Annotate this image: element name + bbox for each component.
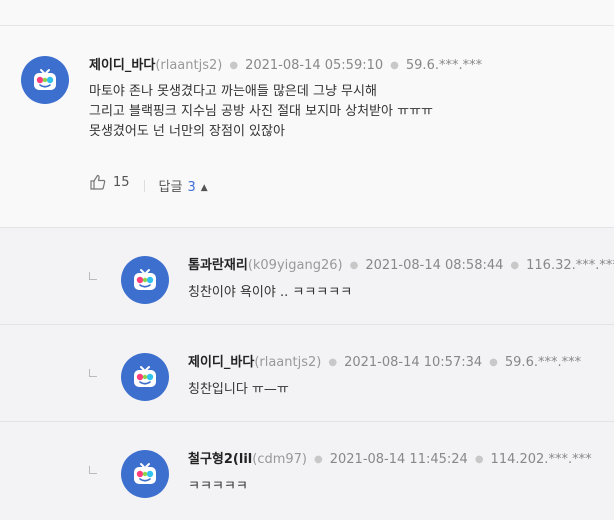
comment-line: 그리고 블랙핑크 지수님 공방 사진 절대 보지마 상처받아 ㅠㅠㅠ (89, 104, 434, 119)
separator-dot: ● (474, 454, 484, 465)
ip-address: 116.32.***.*** (526, 258, 614, 273)
ip-address: 59.6.***.*** (405, 58, 483, 73)
chevron-up-icon: ▲ (200, 183, 208, 193)
comment-actions: 15 답글 3 ▲ (89, 173, 208, 195)
separator-dot: ● (229, 60, 239, 71)
user-id: (rlaantjs2) (254, 355, 322, 370)
divider (0, 421, 614, 422)
divider (0, 25, 614, 26)
reply-text: 칭찬이야 욕이야 .. ㅋㅋㅋㅋㅋ (188, 285, 353, 300)
reply-toggle-button[interactable]: 답글 3 ▲ (159, 180, 208, 195)
avatar[interactable] (121, 450, 169, 498)
avatar[interactable] (121, 353, 169, 401)
reply-text: 칭찬입니다 ㅠ—ㅠ (188, 382, 289, 397)
nickname[interactable]: 톰과란재리 (188, 258, 248, 273)
like-count: 15 (113, 174, 130, 190)
comment-meta: 제이디_바다(rlaantjs2) ● 2021-08-14 05:59:10 ● 59… (89, 58, 482, 75)
reply-datetime: 2021-08-14 10:57:34 (344, 355, 483, 370)
like-button[interactable]: 15 (89, 173, 130, 191)
separator-dot: ● (390, 60, 399, 71)
tv-mascot-icon (134, 463, 156, 484)
ip-address: 59.6.***.*** (504, 355, 582, 370)
thumbs-up-icon (90, 174, 106, 190)
divider (0, 227, 614, 228)
user-id: (cdm97) (252, 452, 307, 467)
user-id: (k09yigang26) (247, 258, 343, 273)
reply-meta: 철구형2(lil(cdm97) ● 2021-08-14 11:45:24 ● 114.… (188, 452, 592, 469)
comment-line: 마토야 존나 못생겼다고 까는애들 많은데 그냥 무시해 (89, 84, 377, 99)
nickname[interactable]: 철구형2(lil (188, 452, 252, 467)
separator-dot: ● (328, 357, 338, 368)
divider (0, 324, 614, 325)
reply-count: 3 (187, 180, 196, 195)
reply-indent-icon (89, 272, 97, 280)
reply-meta: 제이디_바다(rlaantjs2) ● 2021-08-14 10:57:34 ● 59… (188, 355, 581, 372)
tv-mascot-icon (134, 366, 156, 387)
nickname[interactable]: 제이디_바다 (188, 355, 254, 370)
user-id: (rlaantjs2) (155, 58, 223, 73)
reply-meta: 톰과란재리(k09yigang26) ● 2021-08-14 08:58:44 ● 1… (188, 258, 614, 275)
reply-label: 답글 (158, 180, 183, 195)
separator-dot: ● (489, 357, 498, 368)
avatar[interactable] (21, 56, 69, 104)
separator-dot: ● (349, 260, 359, 271)
tv-mascot-icon (34, 69, 56, 90)
reply-indent-icon (89, 466, 97, 474)
reply-indent-icon (89, 369, 97, 377)
separator-dot: ● (314, 454, 323, 465)
ip-address: 114.202.***.*** (490, 452, 592, 467)
comment-line: 못생겼어도 넌 너만의 장점이 있잖아 (89, 124, 285, 139)
reply-datetime: 2021-08-14 08:58:44 (365, 258, 504, 273)
nickname[interactable]: 제이디_바다 (89, 58, 155, 73)
reply-text: ㅋㅋㅋㅋㅋ (188, 479, 248, 494)
tv-mascot-icon (134, 269, 156, 290)
comment-datetime: 2021-08-14 05:59:10 (245, 58, 384, 73)
separator-dot: ● (510, 260, 520, 271)
divider (143, 180, 145, 192)
avatar[interactable] (121, 256, 169, 304)
reply-datetime: 2021-08-14 11:45:24 (329, 452, 468, 467)
comment-text: 마토야 존나 못생겼다고 까는애들 많은데 그냥 무시해 그리고 블랙핑크 지수… (89, 82, 433, 142)
